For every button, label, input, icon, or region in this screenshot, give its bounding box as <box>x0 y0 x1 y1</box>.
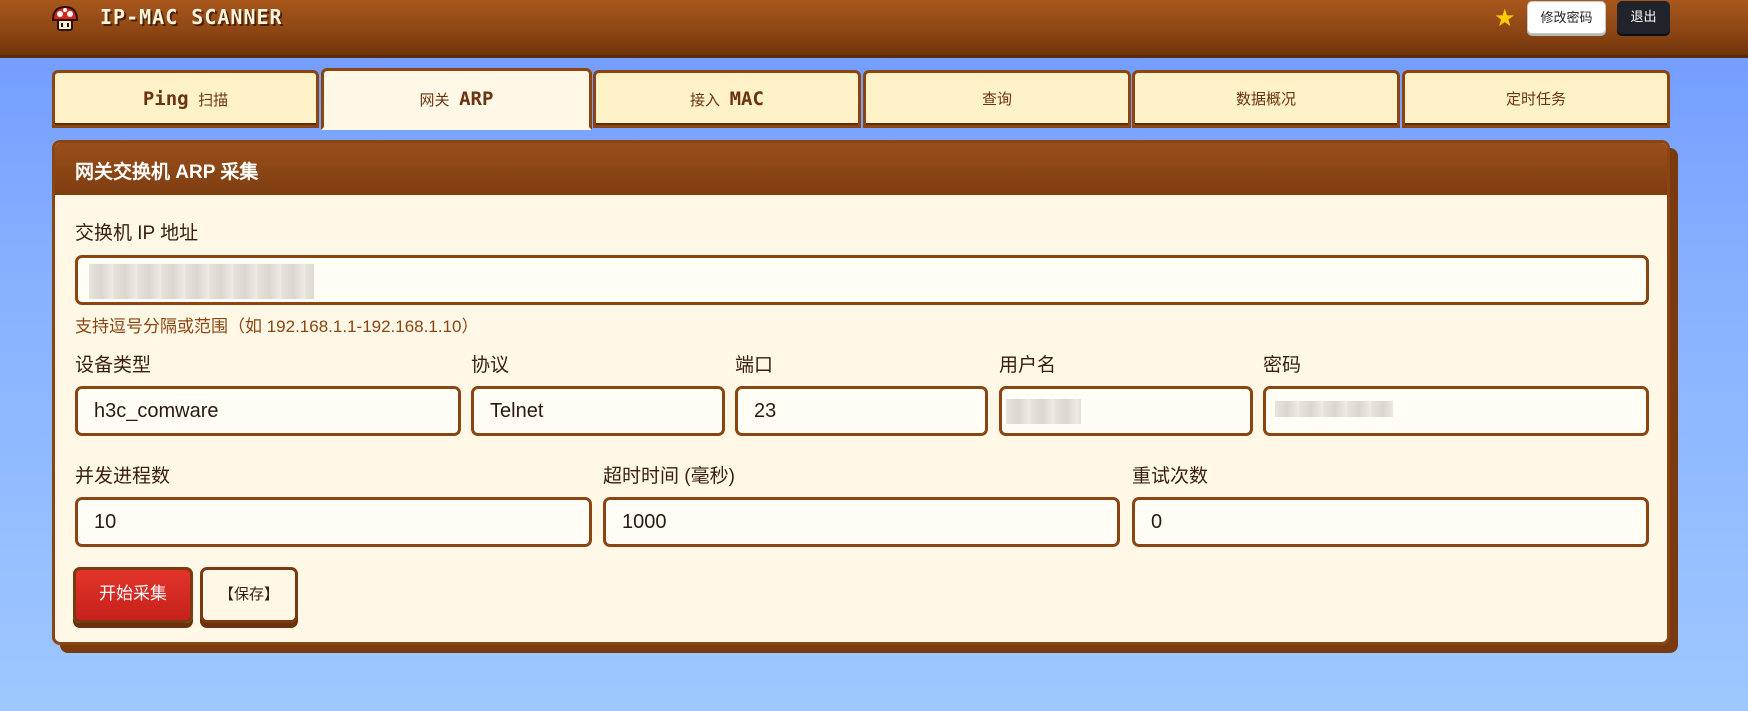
concurrency-input[interactable]: 10 <box>75 497 592 547</box>
ip-address-hint: 支持逗号分隔或范围（如 192.168.1.1-192.168.1.10） <box>75 317 479 336</box>
mushroom-icon <box>51 5 79 31</box>
tab-label-sub: 接入 <box>690 91 721 109</box>
redacted-username-value <box>1006 399 1081 424</box>
panel-header: 网关交换机 ARP 采集 <box>55 143 1667 195</box>
tab-label-sub: 扫描 <box>198 91 229 109</box>
protocol-label: 协议 <box>471 355 510 376</box>
retries-input[interactable]: 0 <box>1132 497 1649 547</box>
concurrency-label: 并发进程数 <box>75 466 171 487</box>
tab-label: 数据概况 <box>1235 90 1296 108</box>
star-icon[interactable]: ★ <box>1494 4 1516 32</box>
panel-title: 网关交换机 ARP 采集 <box>75 162 259 183</box>
tab-scheduled-tasks[interactable]: 定时任务 <box>1402 70 1670 128</box>
tab-ping-scan[interactable]: Ping 扫描 <box>52 70 319 128</box>
port-input[interactable]: 23 <box>735 386 988 436</box>
tab-label-main: ARP <box>459 88 494 110</box>
tab-label: 查询 <box>981 90 1012 108</box>
username-label: 用户名 <box>999 355 1057 376</box>
retries-label: 重试次数 <box>1132 466 1209 487</box>
tab-data-overview[interactable]: 数据概况 <box>1132 70 1400 128</box>
timeout-input[interactable]: 1000 <box>603 497 1120 547</box>
password-label: 密码 <box>1263 355 1302 376</box>
timeout-label: 超时时间 (毫秒) <box>603 466 735 487</box>
tab-query[interactable]: 查询 <box>863 70 1131 128</box>
tab-label-main: Ping <box>142 88 189 110</box>
start-collection-button[interactable]: 开始采集 <box>73 567 193 623</box>
tab-label-main: MAC <box>729 88 764 110</box>
ip-address-label: 交换机 IP 地址 <box>75 223 199 244</box>
protocol-select[interactable]: Telnet <box>471 386 725 436</box>
save-button[interactable]: 【保存】 <box>200 567 298 623</box>
redacted-ip-value <box>89 264 314 299</box>
device-type-select[interactable]: h3c_comware <box>75 386 461 436</box>
tab-label: 定时任务 <box>1505 90 1566 108</box>
port-label: 端口 <box>735 355 774 376</box>
device-type-label: 设备类型 <box>75 355 152 376</box>
redacted-password-value <box>1275 401 1393 417</box>
tab-access-mac[interactable]: 接入 MAC <box>593 70 861 128</box>
logout-button[interactable]: 退出 <box>1617 1 1670 34</box>
tab-label-sub: 网关 <box>419 91 450 109</box>
app-title: IP-MAC SCANNER <box>100 5 283 29</box>
tab-gateway-arp[interactable]: 网关 ARP <box>321 68 592 130</box>
change-password-button[interactable]: 修改密码 <box>1527 1 1606 34</box>
top-bar: IP-MAC SCANNER ★ 修改密码 退出 <box>0 0 1748 55</box>
